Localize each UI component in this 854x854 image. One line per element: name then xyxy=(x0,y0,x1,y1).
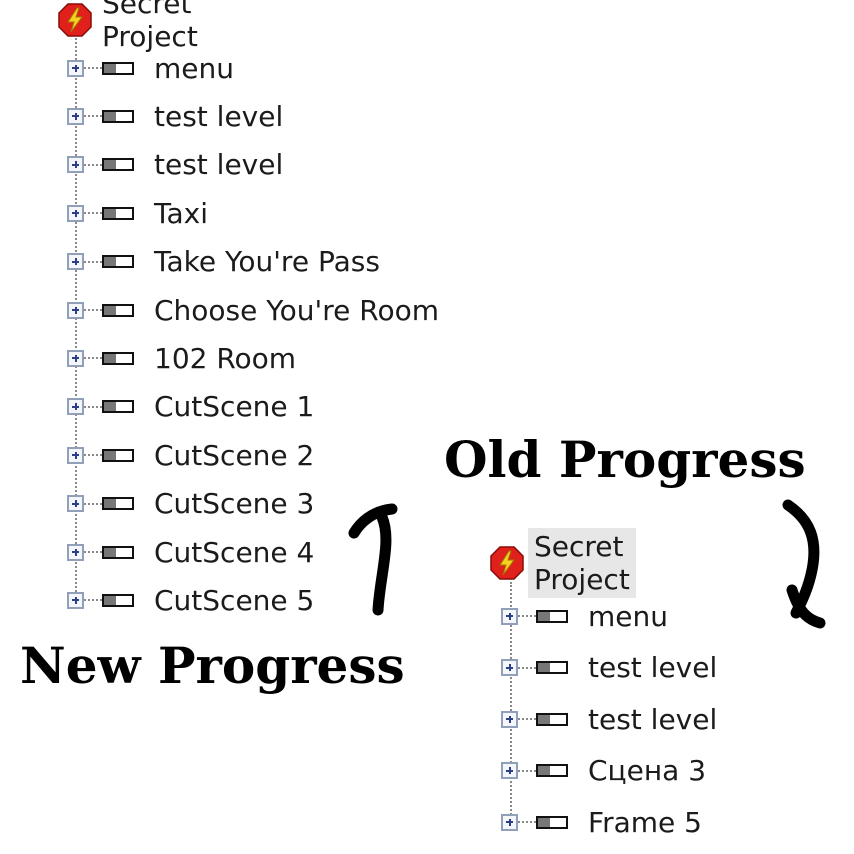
tree-connector xyxy=(84,502,102,505)
tree-connector xyxy=(84,405,102,408)
expand-plus-icon[interactable] xyxy=(501,659,518,676)
tree-connector xyxy=(84,357,102,360)
expand-plus-icon[interactable] xyxy=(67,156,84,174)
expand-plus-icon[interactable] xyxy=(67,107,84,125)
new-tree-item[interactable]: menu xyxy=(67,48,234,88)
tree-connector xyxy=(518,666,536,669)
tree-connector xyxy=(84,260,102,263)
expand-plus-icon[interactable] xyxy=(501,762,518,779)
expand-plus-icon[interactable] xyxy=(67,591,84,609)
old-tree-item[interactable]: test level xyxy=(501,699,717,739)
frame-icon xyxy=(102,206,134,220)
tree-connector xyxy=(84,163,102,166)
old-tree-item[interactable]: Frame 5 xyxy=(501,802,702,842)
frame-icon xyxy=(102,109,134,123)
new-tree-item-label: menu xyxy=(154,51,234,85)
new-tree-item[interactable]: CutScene 2 xyxy=(67,435,314,475)
expand-plus-icon[interactable] xyxy=(67,543,84,561)
new-tree-item-label: Taxi xyxy=(154,196,208,230)
old-tree-root-label: Secret Project xyxy=(528,528,636,598)
new-tree-root-label: Secret Project xyxy=(102,0,198,53)
new-tree-item-label: Take You're Pass xyxy=(154,245,380,279)
frame-icon xyxy=(536,609,568,623)
expand-plus-icon[interactable] xyxy=(67,204,84,222)
old-tree-item-label: test level xyxy=(588,702,718,736)
expand-plus-icon[interactable] xyxy=(501,813,518,831)
expand-plus-icon[interactable] xyxy=(67,253,84,271)
frame-icon xyxy=(536,815,568,829)
new-tree-item-label: CutScene 4 xyxy=(154,535,315,569)
old-tree-item[interactable]: test level xyxy=(501,648,717,688)
frame-icon xyxy=(102,497,134,511)
new-tree-item-label: test level xyxy=(154,99,284,133)
expand-plus-icon[interactable] xyxy=(67,495,84,513)
frame-icon xyxy=(102,545,134,559)
tree-connector xyxy=(84,67,102,69)
old-progress-caption: Old Progress xyxy=(444,430,806,489)
tree-connector xyxy=(518,769,536,772)
expand-plus-icon[interactable] xyxy=(67,446,84,464)
new-tree-item-label: CutScene 1 xyxy=(154,390,315,424)
new-tree-item[interactable]: Choose You're Room xyxy=(67,290,439,330)
new-tree-item-label: CutScene 3 xyxy=(154,487,315,521)
frame-icon xyxy=(536,661,568,674)
tree-connector xyxy=(518,821,536,823)
expand-plus-icon[interactable] xyxy=(67,59,84,77)
expand-plus-icon[interactable] xyxy=(67,398,84,416)
expand-plus-icon[interactable] xyxy=(67,349,84,367)
frame-icon xyxy=(102,351,134,365)
new-tree-item[interactable]: Take You're Pass xyxy=(67,242,380,282)
new-tree-item[interactable]: CutScene 1 xyxy=(67,387,314,427)
old-tree-item[interactable]: menu xyxy=(501,596,668,636)
frame-icon xyxy=(102,255,134,269)
frame-icon xyxy=(102,448,134,462)
expand-plus-icon[interactable] xyxy=(501,607,518,625)
new-tree-item[interactable]: CutScene 3 xyxy=(67,484,314,524)
tree-connector xyxy=(518,718,536,720)
tree-connector xyxy=(84,599,102,602)
tree-connector xyxy=(518,615,536,617)
curved-arrow-down-icon xyxy=(782,499,826,629)
expand-plus-icon[interactable] xyxy=(67,301,84,319)
expand-plus-icon[interactable] xyxy=(501,710,518,728)
frame-icon xyxy=(102,593,134,607)
old-tree-item-label: Frame 5 xyxy=(588,805,702,839)
new-tree-item[interactable]: test level xyxy=(67,145,283,185)
frame-icon xyxy=(536,764,568,777)
frame-icon xyxy=(102,158,134,172)
frame-icon xyxy=(102,61,134,75)
old-tree-root[interactable]: Secret Project xyxy=(490,528,636,598)
new-tree-item[interactable]: 102 Room xyxy=(67,338,296,378)
tree-connector xyxy=(84,115,102,118)
new-tree-item-label: Choose You're Room xyxy=(154,293,439,327)
old-tree-item[interactable]: Сцена 3 xyxy=(501,751,706,791)
new-progress-caption: New Progress xyxy=(20,636,405,695)
new-tree-item-label: 102 Room xyxy=(154,341,297,375)
new-tree-item-label: CutScene 2 xyxy=(154,438,315,472)
new-tree-root[interactable]: Secret Project xyxy=(58,0,204,53)
tree-connector xyxy=(84,309,102,311)
old-tree-item-label: menu xyxy=(588,599,668,633)
tree-connector xyxy=(84,551,102,553)
frame-icon xyxy=(102,400,134,414)
frame-icon xyxy=(102,303,134,317)
new-tree-item[interactable]: test level xyxy=(67,96,283,136)
curved-arrow-up-icon xyxy=(348,503,398,616)
flash-project-icon xyxy=(490,546,524,580)
new-tree-item[interactable]: CutScene 4 xyxy=(67,532,314,572)
flash-project-icon xyxy=(58,3,92,37)
old-tree-item-label: Сцена 3 xyxy=(588,754,707,787)
new-tree-item-label: test level xyxy=(154,148,284,182)
old-tree-item-label: test level xyxy=(588,651,718,684)
tree-connector xyxy=(84,212,102,215)
new-tree-item[interactable]: CutScene 5 xyxy=(67,580,314,620)
frame-icon xyxy=(536,712,568,726)
new-tree-item-label: CutScene 5 xyxy=(154,583,315,617)
tree-connector xyxy=(84,454,102,457)
new-tree-item[interactable]: Taxi xyxy=(67,193,208,233)
